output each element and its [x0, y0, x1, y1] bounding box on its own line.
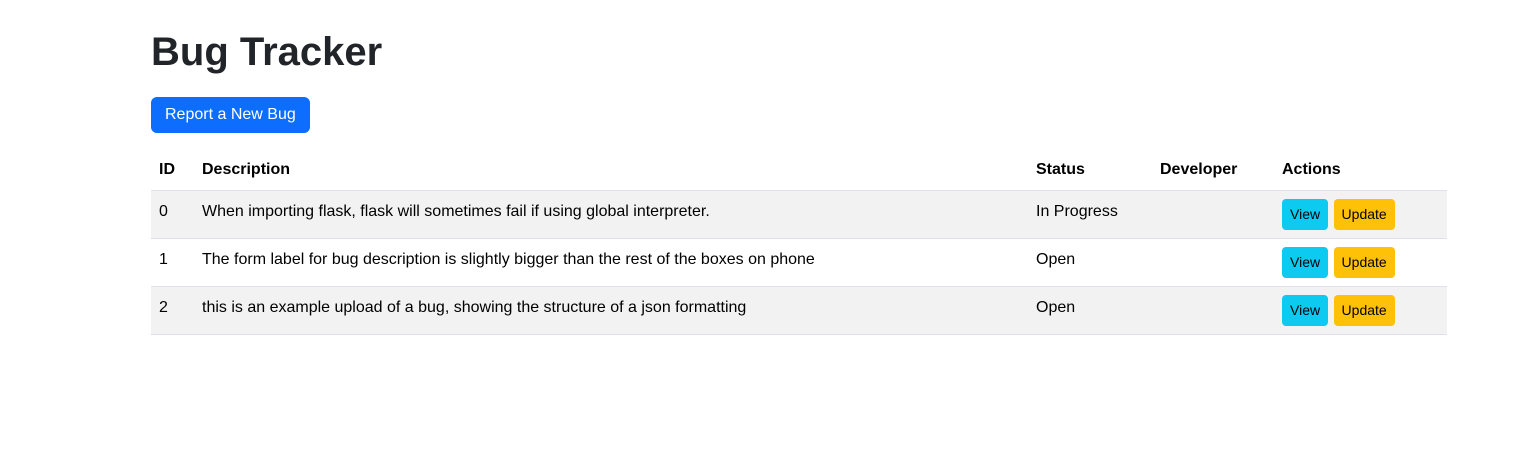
bug-description: The form label for bug description is sl… [202, 250, 815, 268]
column-header-id: ID [151, 150, 194, 191]
cell-status: In Progress [1028, 190, 1152, 239]
cell-description: The form label for bug description is sl… [194, 238, 1028, 287]
cell-status: Open [1028, 286, 1152, 335]
table-row: 0 When importing flask, flask will somet… [151, 190, 1447, 239]
update-button[interactable]: Update [1333, 199, 1395, 230]
cell-developer [1152, 286, 1274, 335]
column-header-description: Description [194, 150, 1028, 191]
cell-id: 0 [151, 190, 194, 239]
column-header-developer: Developer [1152, 150, 1274, 191]
bug-description: When importing flask, flask will sometim… [202, 202, 710, 220]
bug-description: this is an example upload of a bug, show… [202, 298, 747, 316]
column-header-status: Status [1028, 150, 1152, 191]
bug-status: Open [1036, 298, 1076, 316]
update-button[interactable]: Update [1333, 247, 1395, 278]
table-header: ID Description Status Developer Actions [151, 150, 1447, 191]
table-header-row: ID Description Status Developer Actions [151, 150, 1447, 191]
bug-id: 0 [159, 202, 168, 220]
cell-developer [1152, 190, 1274, 239]
bug-status: Open [1036, 250, 1076, 268]
table-body: 0 When importing flask, flask will somet… [151, 190, 1447, 335]
page-title: Bug Tracker [151, 30, 383, 74]
bug-id: 2 [159, 298, 168, 316]
column-header-actions: Actions [1274, 150, 1447, 191]
cell-id: 1 [151, 238, 194, 287]
cell-developer [1152, 238, 1274, 287]
view-button[interactable]: View [1282, 199, 1329, 230]
bug-id: 1 [159, 250, 168, 268]
bug-status: In Progress [1036, 202, 1118, 220]
table-row: 2 this is an example upload of a bug, sh… [151, 286, 1447, 335]
bug-table: ID Description Status Developer Actions … [151, 150, 1447, 335]
view-button[interactable]: View [1282, 247, 1329, 278]
report-new-bug-button[interactable]: Report a New Bug [151, 97, 310, 133]
view-button[interactable]: View [1282, 295, 1329, 326]
update-button[interactable]: Update [1333, 295, 1395, 326]
cell-status: Open [1028, 238, 1152, 287]
cell-description: When importing flask, flask will sometim… [194, 190, 1028, 239]
cell-id: 2 [151, 286, 194, 335]
cell-actions: View Update [1274, 190, 1447, 239]
cell-actions: View Update [1274, 238, 1447, 287]
cell-description: this is an example upload of a bug, show… [194, 286, 1028, 335]
cell-actions: View Update [1274, 286, 1447, 335]
table-row: 1 The form label for bug description is … [151, 238, 1447, 287]
